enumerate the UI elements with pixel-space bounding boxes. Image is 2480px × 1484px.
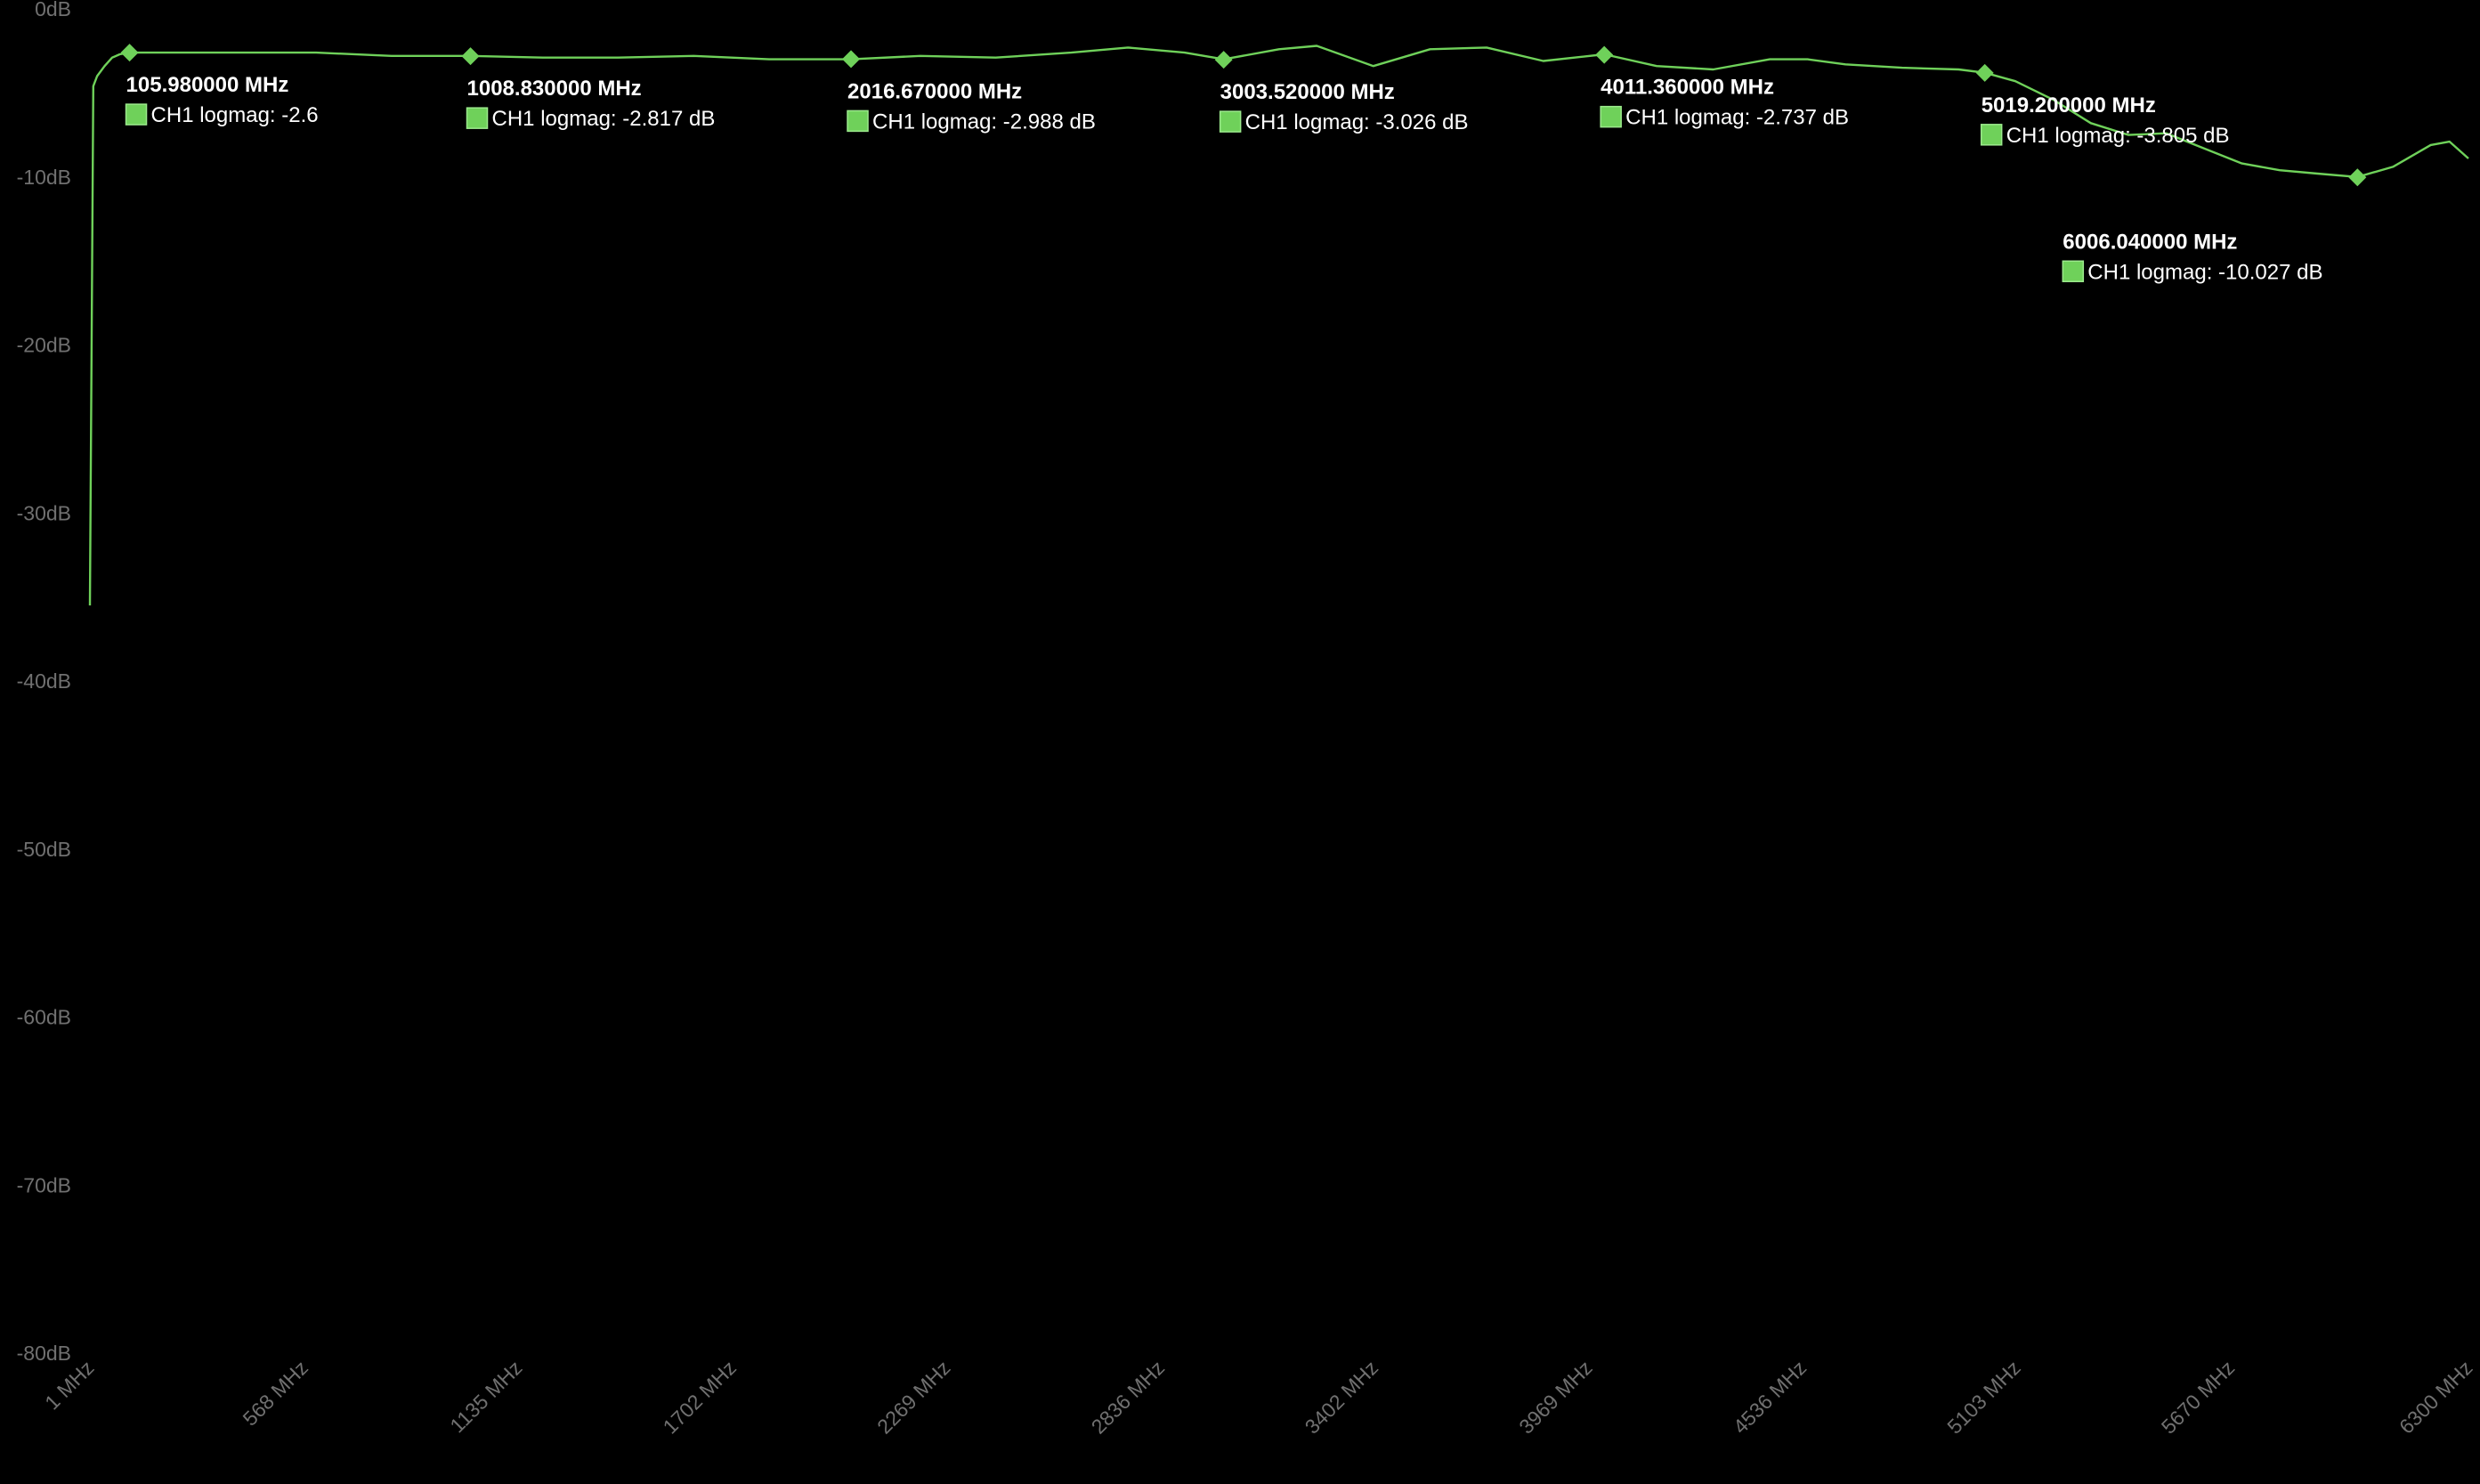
marker-annotation: 105.980000 MHz CH1 logmag: -2.6 bbox=[125, 73, 319, 127]
y-tick-label: -30dB bbox=[17, 501, 71, 524]
x-tick-label: 3402 MHz bbox=[1301, 1356, 1383, 1439]
marker-annotation: 1008.830000 MHz CH1 logmag: -2.817 dB bbox=[466, 77, 716, 131]
marker-legend-swatch bbox=[125, 103, 148, 126]
marker-reading-label: CH1 logmag: -2.817 dB bbox=[492, 107, 716, 131]
marker-annotation: 6006.040000 MHz CH1 logmag: -10.027 dB bbox=[2062, 230, 2322, 284]
marker-annotation: 3003.520000 MHz CH1 logmag: -3.026 dB bbox=[1219, 80, 1469, 134]
marker-diamond bbox=[120, 44, 139, 62]
marker-frequency-label: 6006.040000 MHz bbox=[2063, 230, 2237, 254]
marker-diamond bbox=[1595, 45, 1614, 64]
y-tick-label: -20dB bbox=[17, 334, 71, 357]
x-tick-label: 568 MHz bbox=[239, 1356, 312, 1430]
marker-reading-label: CH1 logmag: -3.026 dB bbox=[1245, 110, 1469, 134]
marker-annotations: 105.980000 MHz CH1 logmag: -2.6 1008.83000… bbox=[125, 73, 2322, 284]
marker-reading-label: CH1 logmag: -10.027 dB bbox=[2087, 260, 2322, 284]
marker-legend-swatch bbox=[2062, 260, 2085, 283]
y-tick-label: -80dB bbox=[17, 1342, 71, 1365]
marker-diamond bbox=[2348, 168, 2367, 187]
x-tick-label: 1702 MHz bbox=[659, 1356, 742, 1439]
x-axis-tick-labels: 1 MHz 568 MHz 1135 MHz 1702 MHz 2269 MHz 2836… bbox=[40, 1356, 2476, 1439]
marker-frequency-label: 4011.360000 MHz bbox=[1601, 76, 1774, 100]
marker-frequency-label: 1008.830000 MHz bbox=[467, 77, 642, 101]
marker-diamond bbox=[1975, 63, 1994, 82]
marker-legend-swatch bbox=[847, 109, 869, 133]
marker-reading-label: CH1 logmag: -3.805 dB bbox=[2006, 124, 2230, 148]
marker-legend-swatch bbox=[466, 107, 489, 129]
y-tick-label: -70dB bbox=[17, 1173, 71, 1196]
x-tick-label: 2836 MHz bbox=[1087, 1356, 1170, 1439]
y-tick-label: -60dB bbox=[17, 1006, 71, 1029]
x-tick-label: 2269 MHz bbox=[872, 1356, 955, 1439]
y-tick-label: -10dB bbox=[17, 166, 71, 189]
vna-trace-chart: 0dB -10dB -20dB -30dB -40dB -50dB -60dB -70dB -8… bbox=[0, 0, 2480, 1480]
marker-frequency-label: 2016.670000 MHz bbox=[847, 79, 1022, 103]
marker-frequency-label: 3003.520000 MHz bbox=[1220, 80, 1395, 104]
x-tick-label: 6300 MHz bbox=[2395, 1356, 2477, 1439]
y-tick-label: 0dB bbox=[35, 0, 71, 20]
marker-reading-label: CH1 logmag: -2.737 dB bbox=[1625, 106, 1849, 130]
y-tick-label: -50dB bbox=[17, 838, 71, 861]
x-tick-label: 3969 MHz bbox=[1514, 1356, 1597, 1439]
marker-legend-swatch bbox=[1600, 105, 1622, 128]
marker-reading-label: CH1 logmag: -2.6 bbox=[151, 103, 319, 127]
marker-annotation: 5019.200000 MHz CH1 logmag: -3.805 dB bbox=[1980, 93, 2230, 148]
y-tick-label: -40dB bbox=[17, 669, 71, 693]
x-tick-label: 5670 MHz bbox=[2157, 1356, 2240, 1439]
marker-legend-swatch bbox=[1219, 110, 1242, 133]
x-tick-label: 1135 MHz bbox=[445, 1356, 526, 1437]
marker-frequency-label: 105.980000 MHz bbox=[126, 73, 289, 97]
x-tick-label: 5103 MHz bbox=[1942, 1356, 2025, 1439]
marker-diamond bbox=[1214, 51, 1233, 69]
marker-legend-swatch bbox=[1980, 124, 2003, 146]
marker-diamond bbox=[842, 50, 861, 69]
marker-diamond bbox=[461, 47, 480, 66]
marker-frequency-label: 5019.200000 MHz bbox=[1982, 93, 2156, 118]
y-axis-tick-labels: 0dB -10dB -20dB -30dB -40dB -50dB -60dB -70dB -8… bbox=[17, 0, 71, 1365]
marker-annotation: 4011.360000 MHz CH1 logmag: -2.737 dB bbox=[1600, 76, 1849, 130]
chart-svg: 0dB -10dB -20dB -30dB -40dB -50dB -60dB -70dB -8… bbox=[17, 0, 2477, 1439]
marker-annotation: 2016.670000 MHz CH1 logmag: -2.988 dB bbox=[847, 79, 1096, 134]
x-tick-label: 4536 MHz bbox=[1729, 1356, 1811, 1439]
marker-reading-label: CH1 logmag: -2.988 dB bbox=[872, 109, 1096, 134]
